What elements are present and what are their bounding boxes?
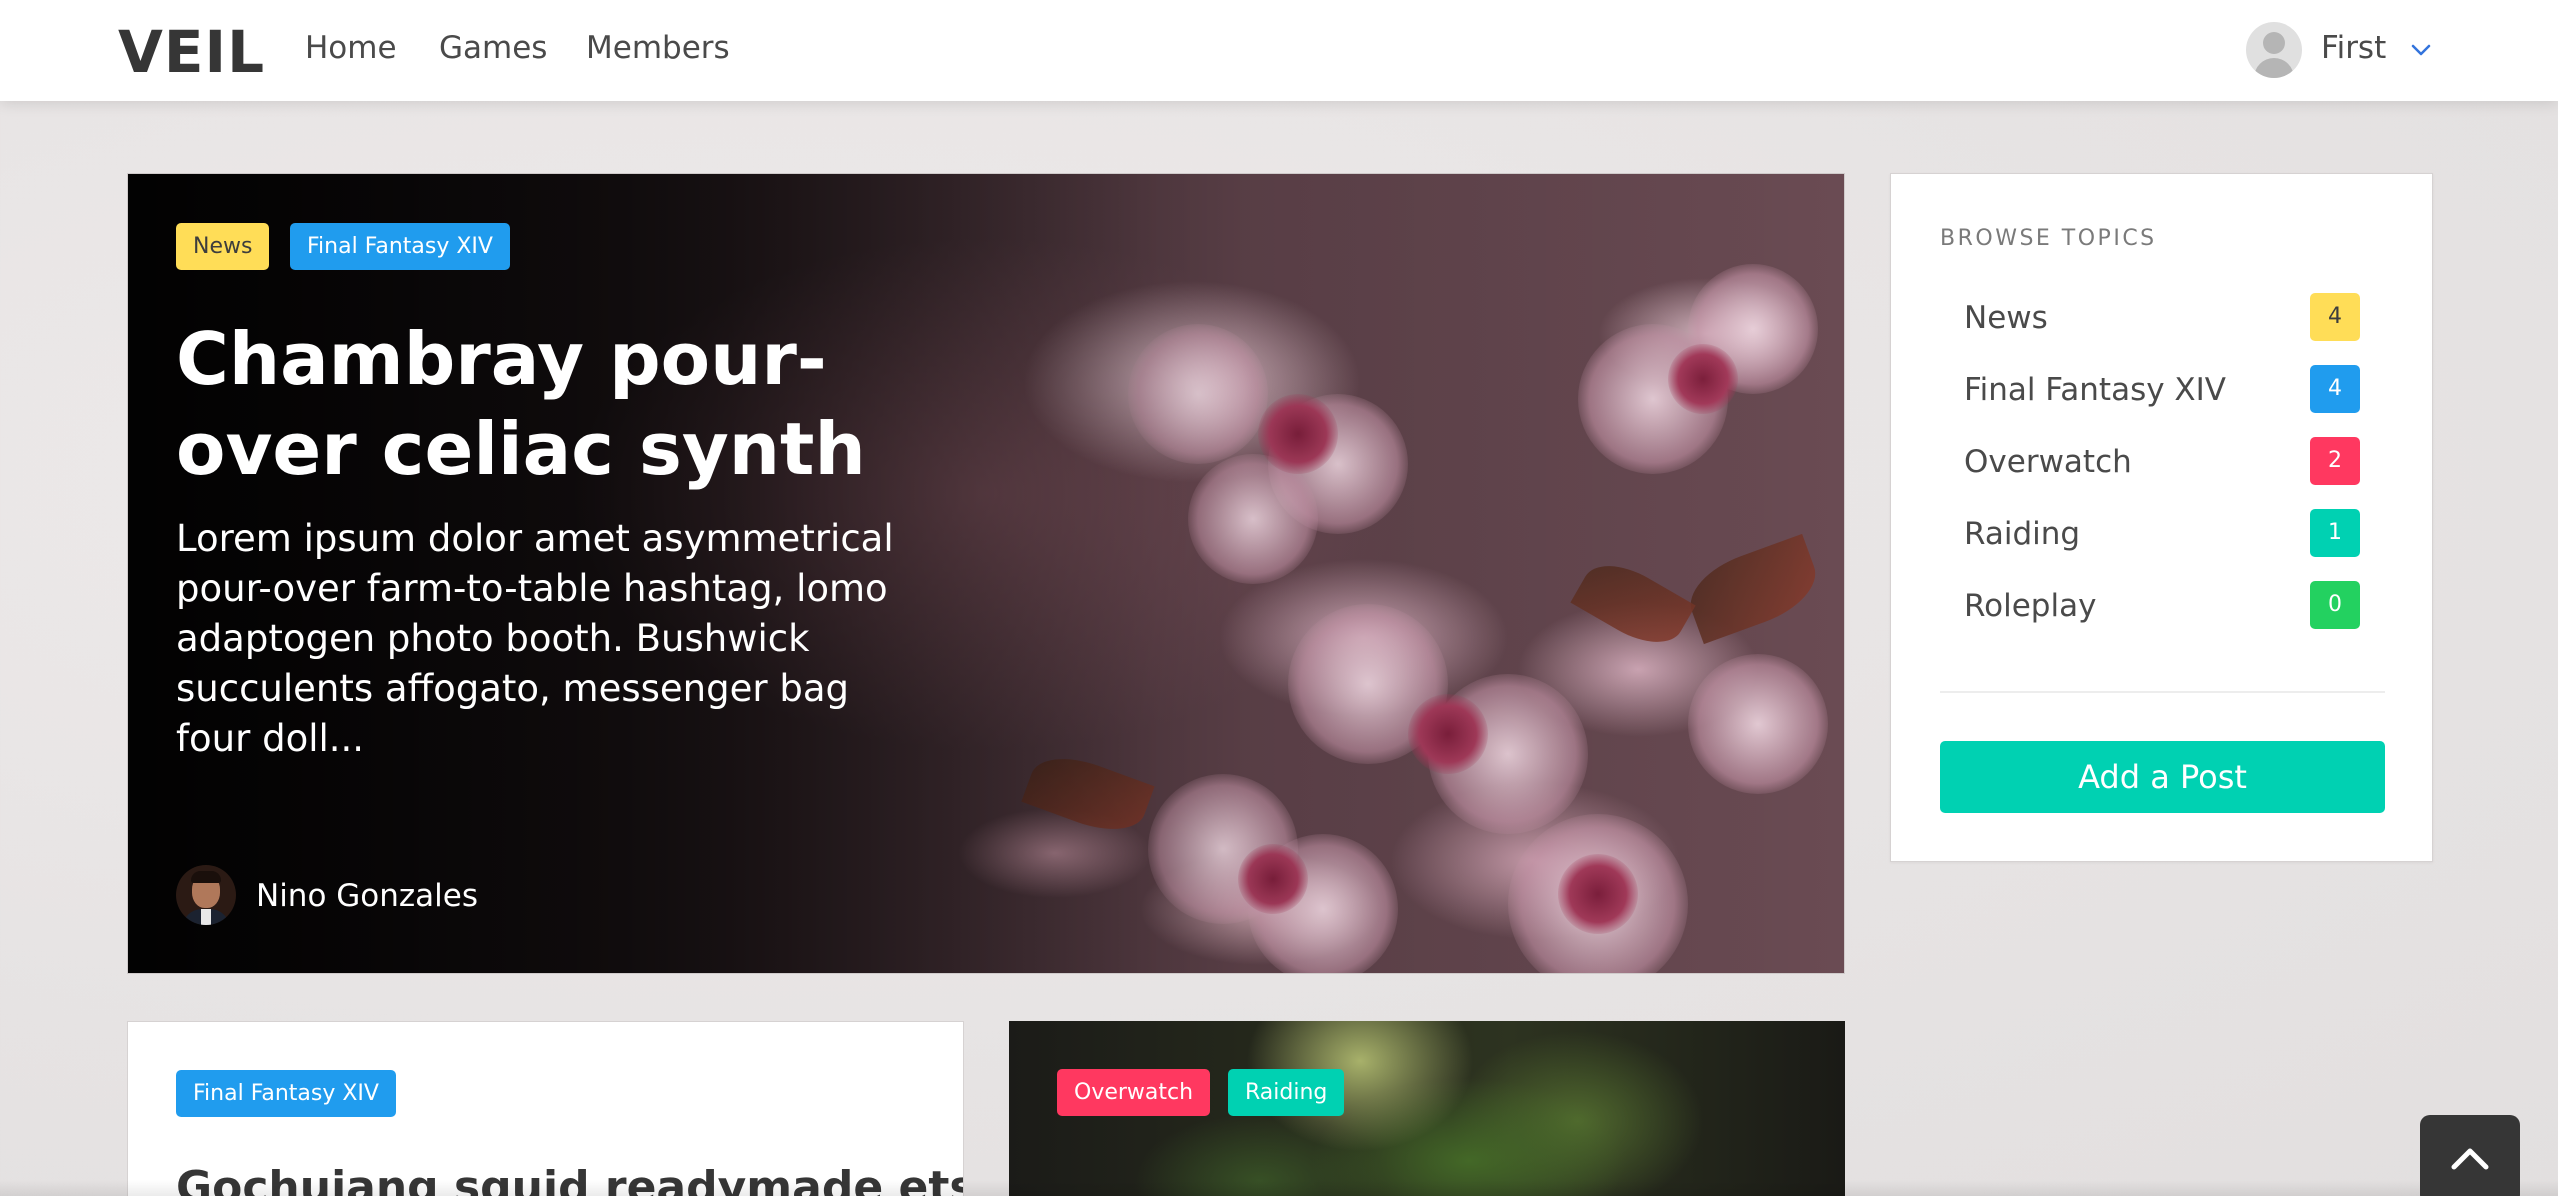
featured-post-card[interactable]: News Final Fantasy XIV Chambray pour-ove… [127, 173, 1845, 974]
sidebar-divider [1940, 691, 2385, 693]
avatar-body-shape [2254, 58, 2294, 78]
nav-link-members[interactable]: Members [586, 30, 730, 66]
back-to-top-button[interactable] [2420, 1115, 2520, 1196]
tag-final-fantasy-xiv[interactable]: Final Fantasy XIV [176, 1070, 396, 1117]
topic-item-roleplay[interactable]: Roleplay 0 [1964, 580, 2364, 630]
user-avatar[interactable] [2246, 22, 2302, 78]
topic-item-final-fantasy-xiv[interactable]: Final Fantasy XIV 4 [1964, 364, 2364, 414]
topic-label: Roleplay [1964, 588, 2097, 624]
avatar-hair-shape [191, 871, 221, 883]
tag-overwatch[interactable]: Overwatch [1057, 1069, 1211, 1116]
post-card-image[interactable]: Overwatch Raiding [1009, 1021, 1845, 1196]
topic-label: Raiding [1964, 516, 2081, 552]
nav-link-games[interactable]: Games [439, 30, 547, 66]
author-name[interactable]: Nino Gonzales [256, 878, 478, 914]
avatar-shirt-shape [201, 909, 211, 925]
featured-post-title[interactable]: Chambray pour-over celiac synth [176, 314, 876, 494]
topic-count-badge: 2 [2310, 437, 2360, 485]
tag-final-fantasy-xiv[interactable]: Final Fantasy XIV [290, 223, 510, 270]
sidebar-heading: BROWSE TOPICS [1940, 226, 2157, 251]
add-post-button[interactable]: Add a Post [1940, 741, 2385, 813]
avatar-head-shape [2263, 32, 2285, 54]
site-logo[interactable]: VEIL [118, 18, 265, 86]
user-menu-name[interactable]: First [2321, 30, 2386, 66]
chevron-down-icon[interactable] [2405, 34, 2437, 66]
featured-post-excerpt: Lorem ipsum dolor amet asymmetrical pour… [176, 517, 894, 760]
post-card[interactable]: Final Fantasy XIV Gochujang squid readym… [127, 1021, 964, 1196]
chevron-up-icon [2451, 1148, 2489, 1170]
topic-label: Overwatch [1964, 444, 2132, 480]
topic-item-overwatch[interactable]: Overwatch 2 [1964, 436, 2364, 486]
viewport-bottom-shadow [0, 1180, 2558, 1196]
topic-count-badge: 4 [2310, 293, 2360, 341]
navbar: VEIL Home Games Members First [0, 0, 2558, 101]
topic-count-badge: 4 [2310, 365, 2360, 413]
topic-count-badge: 0 [2310, 581, 2360, 629]
tag-raiding[interactable]: Raiding [1228, 1069, 1345, 1116]
topic-count-badge: 1 [2310, 509, 2360, 557]
topic-label: Final Fantasy XIV [1964, 372, 2227, 408]
browse-topics-panel: BROWSE TOPICS News 4 Final Fantasy XIV 4… [1890, 173, 2433, 862]
topic-item-raiding[interactable]: Raiding 1 [1964, 508, 2364, 558]
author-avatar[interactable] [176, 865, 236, 925]
topic-label: News [1964, 300, 2048, 336]
nav-link-home[interactable]: Home [305, 30, 397, 66]
tag-news[interactable]: News [176, 223, 270, 270]
topic-item-news[interactable]: News 4 [1964, 292, 2364, 342]
